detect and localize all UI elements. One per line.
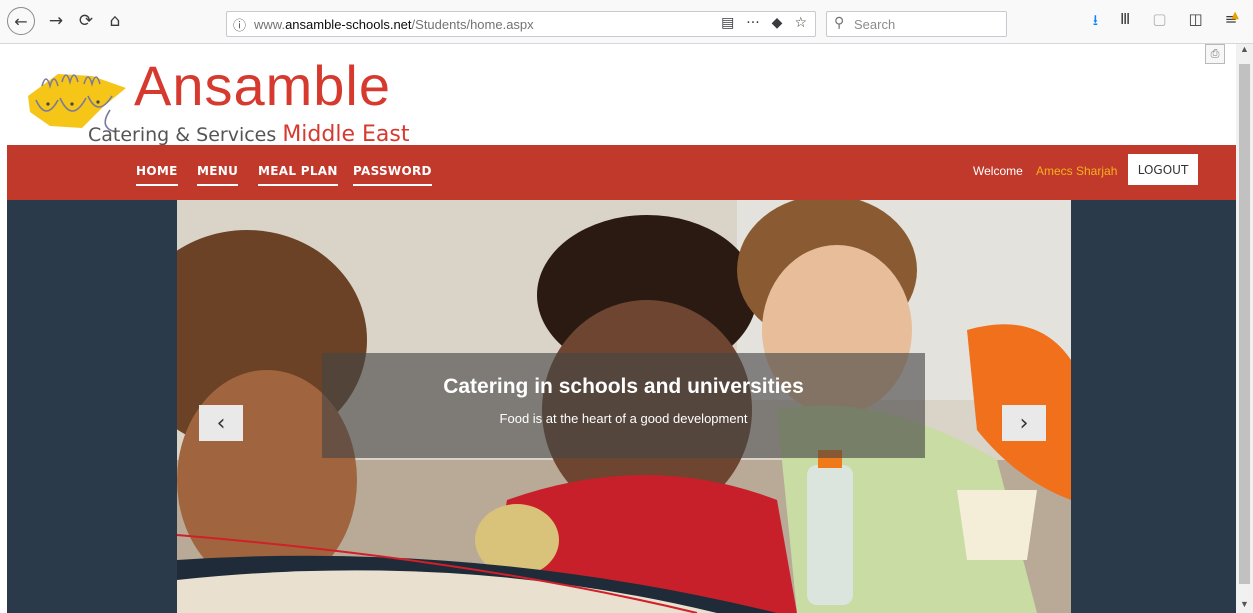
search-input[interactable]: Search bbox=[854, 17, 895, 32]
hero-carousel: Catering in schools and universities Foo… bbox=[7, 200, 1236, 613]
download-icon[interactable]: ⭳ bbox=[1093, 10, 1098, 35]
nav-password[interactable]: PASSWORD bbox=[353, 164, 432, 186]
main-navbar: HOME MENU MEAL PLAN PASSWORD Welcome Ame… bbox=[7, 145, 1236, 200]
brand-tagline-text: Catering & Services bbox=[88, 124, 277, 146]
url-path: /Students/home.aspx bbox=[411, 17, 534, 32]
scroll-thumb[interactable] bbox=[1239, 64, 1250, 584]
brand-name: Ansamble bbox=[134, 54, 392, 117]
brand-region: Middle East bbox=[282, 122, 410, 147]
carousel-next-button[interactable]: › bbox=[1002, 405, 1046, 441]
slide-caption: Catering in schools and universities Foo… bbox=[322, 353, 925, 458]
sync-icon[interactable]: ▢ bbox=[1152, 10, 1166, 35]
forward-button[interactable]: → bbox=[45, 8, 67, 34]
sidebar-icon[interactable]: ◫ bbox=[1189, 10, 1203, 35]
site-info-icon[interactable]: ⓘ bbox=[233, 15, 246, 34]
reload-icon: ⟳ bbox=[78, 11, 94, 31]
search-icon: ⚲ bbox=[834, 15, 845, 31]
back-arrow-icon: ← bbox=[14, 11, 28, 31]
scroll-down-arrow-icon[interactable]: ▼ bbox=[1236, 599, 1253, 613]
chevron-right-icon: › bbox=[1019, 410, 1029, 436]
hamburger-menu-icon[interactable]: ≡▲ bbox=[1225, 10, 1245, 35]
url-prefix: www. bbox=[254, 17, 286, 32]
brand-tagline: Catering & Services Middle East bbox=[88, 122, 409, 147]
back-button[interactable]: ← bbox=[7, 7, 35, 35]
print-icon[interactable]: ⎙ bbox=[1205, 44, 1225, 64]
reader-view-icon[interactable]: ▤ bbox=[721, 15, 734, 31]
brand-logo[interactable]: Ansamble Catering & Services Middle East bbox=[22, 54, 409, 147]
home-button[interactable]: ⌂ bbox=[104, 8, 126, 34]
carousel-prev-button[interactable]: ‹ bbox=[199, 405, 243, 441]
url-bar[interactable]: ⓘ www.ansamble-schools.net/Students/home… bbox=[226, 11, 816, 37]
carousel-slide-image: Catering in schools and universities Foo… bbox=[177, 200, 1071, 613]
search-bar[interactable]: ⚲ Search bbox=[826, 11, 1007, 37]
update-badge-icon: ▲ bbox=[1231, 10, 1239, 21]
welcome-label: Welcome bbox=[973, 164, 1023, 178]
web-page: Ansamble Catering & Services Middle East… bbox=[0, 44, 1253, 613]
url-text[interactable]: www.ansamble-schools.net/Students/home.a… bbox=[254, 17, 534, 32]
scroll-up-arrow-icon[interactable]: ▲ bbox=[1236, 44, 1253, 58]
reload-button[interactable]: ⟳ bbox=[75, 8, 97, 34]
url-host: ansamble-schools.net bbox=[285, 17, 412, 32]
nav-meal-plan[interactable]: MEAL PLAN bbox=[258, 164, 338, 186]
page-scrollbar[interactable]: ▲ ▼ bbox=[1236, 44, 1253, 613]
library-icon[interactable]: Ⅲ bbox=[1120, 10, 1130, 35]
browser-toolbar: ← → ⟳ ⌂ ⓘ www.ansamble-schools.net/Stude… bbox=[0, 0, 1253, 44]
slide-subtitle: Food is at the heart of a good developme… bbox=[499, 411, 748, 426]
chevron-left-icon: ‹ bbox=[216, 410, 226, 436]
home-icon: ⌂ bbox=[109, 11, 121, 31]
username-label: Amecs Sharjah bbox=[1036, 164, 1118, 178]
nav-menu[interactable]: MENU bbox=[197, 164, 239, 186]
page-actions-icon[interactable]: ··· bbox=[746, 15, 759, 31]
bookmark-star-icon[interactable]: ☆ bbox=[794, 15, 807, 31]
slide-title: Catering in schools and universities bbox=[443, 375, 804, 398]
nav-home[interactable]: HOME bbox=[136, 164, 178, 186]
forward-arrow-icon: → bbox=[48, 11, 64, 31]
pocket-icon[interactable]: ◆ bbox=[772, 15, 783, 31]
logout-button[interactable]: LOGOUT bbox=[1128, 154, 1198, 185]
